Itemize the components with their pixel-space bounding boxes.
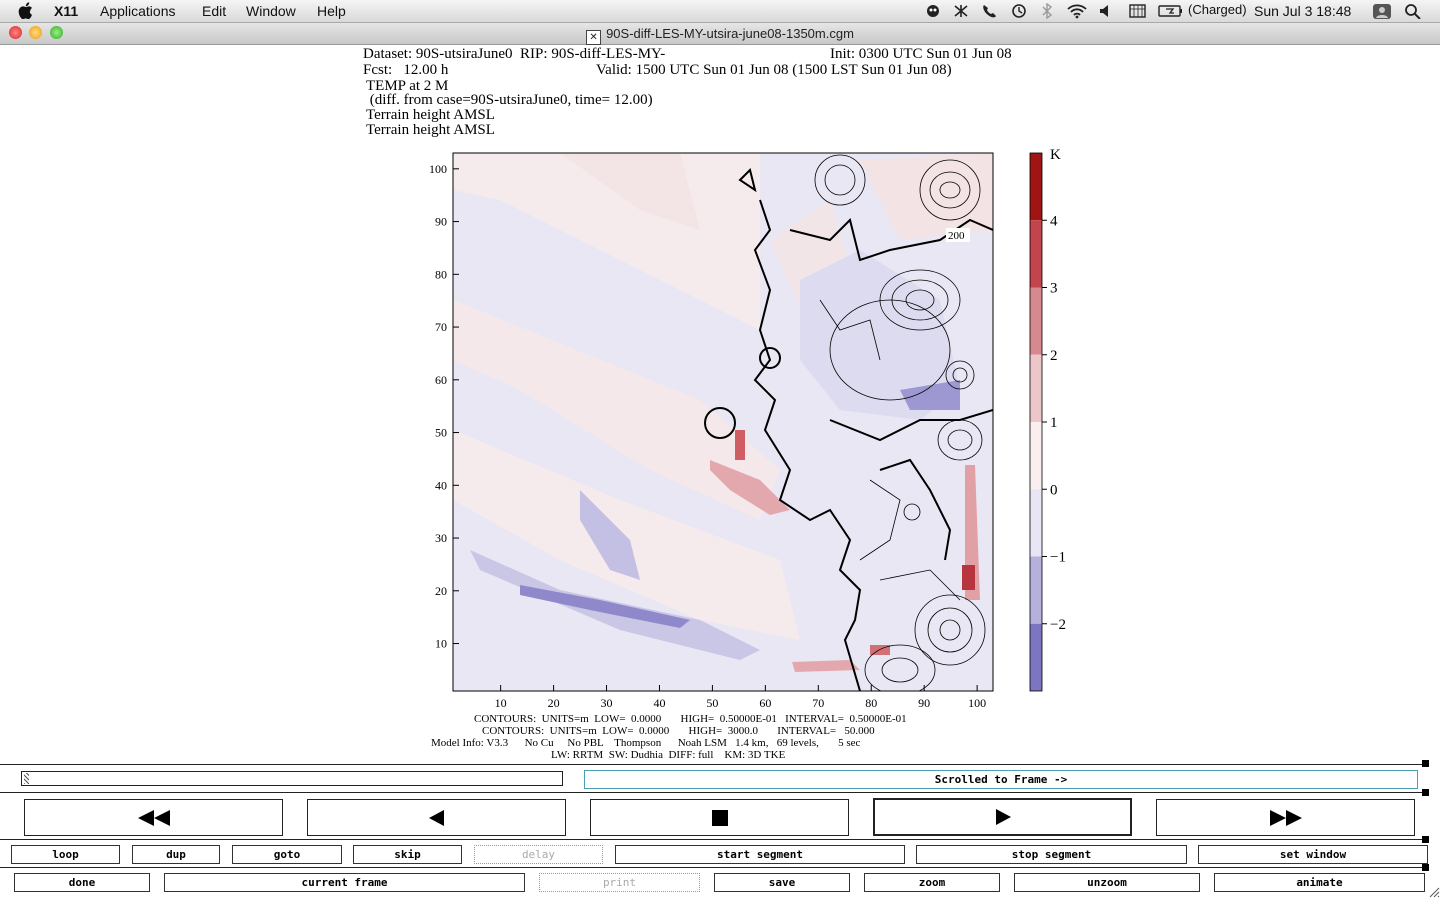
colorbar-tick-label: 4 (1050, 213, 1058, 229)
frame-slider[interactable] (21, 771, 563, 786)
resize-handle[interactable] (1422, 789, 1429, 796)
warm-spot (735, 430, 745, 460)
x-tick-label: 70 (812, 696, 824, 710)
x-tick-label: 40 (653, 696, 665, 710)
divider (0, 764, 1428, 765)
colorbar-segment (1030, 623, 1042, 691)
delay-button[interactable]: delay (474, 845, 603, 864)
step-back-icon (428, 809, 444, 826)
x-tick-label: 90 (918, 696, 930, 710)
y-tick-label: 30 (435, 531, 447, 545)
start-segment-button[interactable]: start segment (615, 845, 905, 864)
stop-icon (711, 809, 728, 826)
physics-line: LW: RRTM SW: Dudhia DIFF: full KM: 3D TK… (551, 749, 786, 761)
resize-grip-icon[interactable] (1428, 886, 1440, 898)
animate-button[interactable]: animate (1214, 873, 1425, 892)
rewind-button[interactable] (24, 799, 283, 836)
stop-segment-button[interactable]: stop segment (916, 845, 1187, 864)
y-tick-label: 80 (435, 267, 447, 281)
colorbar-tick-label: −2 (1050, 617, 1066, 633)
resize-handle[interactable] (1422, 864, 1429, 871)
goto-button[interactable]: goto (232, 845, 342, 864)
play-button[interactable] (873, 798, 1132, 836)
heatmap-field: 200 (453, 153, 993, 691)
colorbar-segment (1030, 489, 1042, 557)
print-button[interactable]: print (539, 873, 700, 892)
fast-forward-icon (1269, 809, 1302, 826)
y-tick-label: 70 (435, 320, 447, 334)
contours-line-2: CONTOURS: UNITS=m LOW= 0.0000 HIGH= 3000… (482, 725, 875, 737)
x-tick-label: 30 (601, 696, 613, 710)
y-tick-label: 50 (435, 426, 447, 440)
play-icon (995, 809, 1011, 825)
colorbar-segment (1030, 354, 1042, 422)
fast-forward-button[interactable] (1156, 799, 1415, 836)
model-info-line: Model Info: V3.3 No Cu No PBL Thompson N… (431, 737, 861, 749)
y-tick-label: 60 (435, 373, 447, 387)
colorbar-tick-label: 3 (1050, 281, 1058, 297)
warm-spot (792, 660, 860, 672)
save-button[interactable]: save (714, 873, 850, 892)
stop-button[interactable] (590, 799, 849, 836)
colorbar-tick-label: 1 (1050, 415, 1058, 431)
frame-slider-thumb[interactable] (24, 773, 29, 784)
x-tick-label: 50 (706, 696, 718, 710)
colorbar-segment (1030, 220, 1042, 288)
colorbar-segment (1030, 153, 1042, 221)
dup-button[interactable]: dup (132, 845, 220, 864)
colorbar-segment (1030, 422, 1042, 490)
y-tick-label: 40 (435, 478, 447, 492)
colorbar: 4 3 2 1 0 −1 −2 K (1029, 147, 1066, 692)
warm-spot (962, 565, 975, 590)
colorbar-tick-label: −1 (1050, 550, 1066, 566)
x-tick-label: 100 (968, 696, 986, 710)
colorbar-tick-label: 0 (1050, 482, 1058, 498)
y-tick-label: 10 (435, 637, 447, 651)
y-tick-label: 90 (435, 215, 447, 229)
resize-handle[interactable] (1422, 760, 1429, 767)
x-tick-label: 60 (759, 696, 771, 710)
x-tick-label: 80 (865, 696, 877, 710)
x-tick-label: 10 (495, 696, 507, 710)
y-tick-label: 100 (429, 162, 447, 176)
step-back-button[interactable] (307, 799, 566, 836)
loop-button[interactable]: loop (11, 845, 120, 864)
divider (0, 839, 1428, 840)
plot-canvas: 200 10 20 30 40 50 60 70 80 90 100 10203040506070… (429, 147, 1066, 710)
resize-handle[interactable] (1422, 836, 1429, 843)
contours-line-1: CONTOURS: UNITS=m LOW= 0.0000 HIGH= 0.50… (474, 713, 907, 725)
zoom-button[interactable]: zoom (864, 873, 1000, 892)
status-field: Scrolled to Frame -> (584, 770, 1418, 789)
contour-label: 200 (948, 230, 965, 242)
divider (0, 867, 1428, 868)
divider (0, 792, 1428, 793)
colorbar-unit: K (1050, 147, 1061, 163)
done-button[interactable]: done (14, 873, 150, 892)
rewind-icon (137, 809, 170, 826)
skip-button[interactable]: skip (353, 845, 462, 864)
colorbar-segment (1030, 556, 1042, 624)
colorbar-tick-label: 2 (1050, 348, 1058, 364)
y-tick-label: 20 (435, 584, 447, 598)
current-frame-button[interactable]: current frame (164, 873, 525, 892)
set-window-button[interactable]: set window (1198, 845, 1428, 864)
colorbar-segment (1030, 287, 1042, 355)
x-tick-label: 20 (548, 696, 560, 710)
unzoom-button[interactable]: unzoom (1014, 873, 1200, 892)
